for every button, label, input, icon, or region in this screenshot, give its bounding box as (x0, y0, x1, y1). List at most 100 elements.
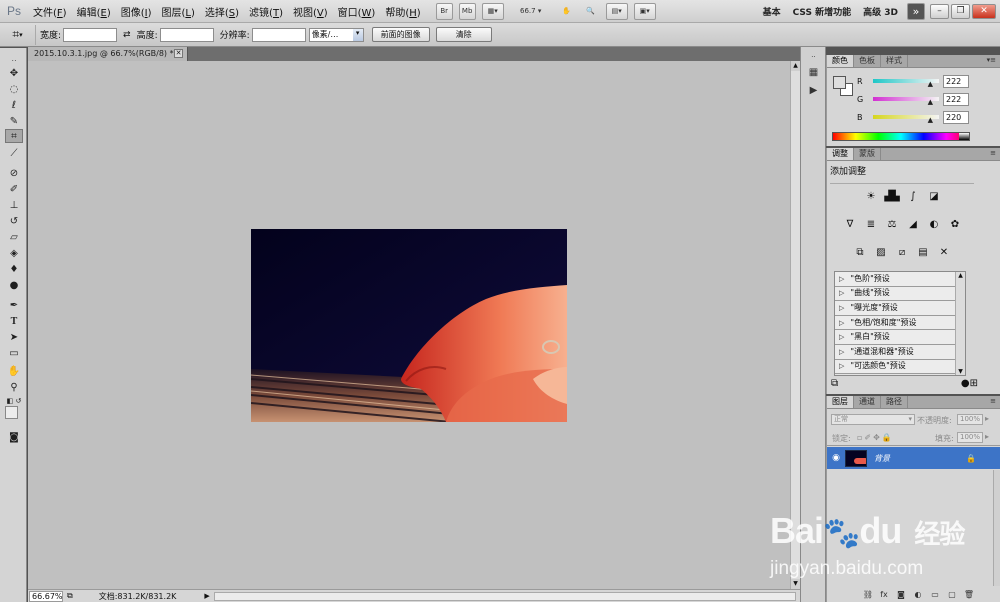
menu-item[interactable]: 图层(L) (156, 4, 199, 19)
zoom-percentage-field[interactable]: 66.67% (29, 590, 63, 602)
menu-item[interactable]: 文件(F) (28, 4, 72, 19)
menu-item[interactable]: 窗口(W) (333, 4, 381, 19)
lasso-tool[interactable]: ℓ (5, 98, 23, 112)
clear-button[interactable]: 清除 (435, 27, 492, 42)
slider-thumb-icon[interactable]: ▲ (928, 80, 933, 88)
scroll-up-icon[interactable]: ▲ (956, 272, 965, 279)
menu-item[interactable]: 图像(I) (116, 4, 157, 19)
actions-panel-icon[interactable]: ▶ (806, 85, 821, 98)
chevron-right-icon[interactable]: ▸ (985, 414, 989, 423)
new-layer-icon[interactable]: ▢ (946, 590, 958, 599)
channel-slider[interactable]: ▲ (873, 115, 939, 124)
crop-tool[interactable]: ⌗ (5, 129, 23, 143)
resolution-input[interactable] (251, 27, 306, 42)
history-panel-icon[interactable]: ▦ (806, 67, 821, 80)
adjustment-type-icon[interactable]: ◢ (905, 218, 921, 232)
preset-item[interactable]: ▷ "黑白"预设 (835, 330, 955, 345)
layer-style-icon[interactable]: fx (878, 590, 890, 599)
clone-stamp-tool[interactable]: ⊥ (5, 198, 23, 212)
eye-icon[interactable]: ◉ (827, 453, 845, 463)
workspace-button[interactable]: 基本 (757, 5, 787, 18)
move-tool[interactable]: ✥ (5, 66, 23, 80)
type-tool[interactable]: T (5, 314, 23, 328)
expand-triangle-icon[interactable]: ▷ (839, 286, 844, 300)
layers-scrollbar[interactable] (993, 470, 1000, 586)
channel-slider-row[interactable]: B ▲ 220 (857, 110, 969, 124)
healing-brush-tool[interactable]: ⊘ (5, 166, 23, 180)
channel-value-field[interactable]: 222 (943, 74, 969, 88)
link-layers-icon[interactable]: ⛓ (862, 590, 874, 599)
status-menu-arrow-icon[interactable]: ▶ (204, 592, 209, 600)
more-workspaces-button[interactable]: » (907, 2, 925, 20)
clip-layer-icon[interactable]: ●⊞ (961, 378, 978, 389)
close-document-icon[interactable]: ✕ (174, 49, 183, 58)
adjustment-type-icon[interactable]: ▨ (873, 246, 889, 260)
channel-value-field[interactable]: 220 (943, 110, 969, 124)
path-selection-tool[interactable]: ➤ (5, 330, 23, 344)
height-input[interactable] (159, 27, 214, 42)
quick-selection-tool[interactable]: ✎ (5, 114, 23, 128)
adjustment-type-icon[interactable]: ⧉ (852, 246, 868, 260)
panel-menu-icon[interactable]: ≡ (990, 149, 996, 157)
slider-thumb-icon[interactable]: ▲ (928, 98, 933, 106)
preset-item[interactable]: ▷ "曝光度"预设 (835, 301, 955, 316)
paint-bucket-tool[interactable]: ◈ (5, 246, 23, 260)
preset-item[interactable]: ▷ "曲线"预设 (835, 286, 955, 302)
adjustment-type-icon[interactable]: ◐ (926, 218, 942, 232)
hand-tool[interactable]: ✋ (5, 364, 23, 378)
opacity-field[interactable]: 100% (957, 414, 983, 425)
resolution-unit-select[interactable]: 像素/… ▾ (308, 27, 364, 42)
restore-button[interactable]: ❐ (951, 3, 970, 19)
blur-tool[interactable]: ♦ (5, 262, 23, 276)
scroll-down-icon[interactable]: ▼ (791, 579, 800, 589)
preset-item[interactable]: ▷ "可选颜色"预设 (835, 359, 955, 375)
new-adjustment-icon[interactable]: ⧉ (831, 378, 838, 389)
fill-field[interactable]: 100% (957, 432, 983, 443)
expand-triangle-icon[interactable]: ▷ (839, 330, 844, 344)
arrange-documents-button[interactable]: ▤▾ (605, 2, 628, 20)
eyedropper-tool[interactable]: ⟋ (5, 146, 23, 160)
swap-dimensions-icon[interactable]: ⇄ (123, 30, 131, 40)
adjustment-type-icon[interactable]: ∫ (905, 190, 921, 204)
panel-menu-icon[interactable]: ▾≡ (987, 56, 996, 64)
channel-value-field[interactable]: 222 (943, 92, 969, 106)
menu-item[interactable]: 滤镜(T) (244, 4, 288, 19)
tab-swatches[interactable]: 色板 (854, 55, 881, 67)
rectangle-tool[interactable]: ▭ (5, 346, 23, 360)
adjustment-type-icon[interactable]: ▤ (915, 246, 931, 260)
eraser-tool[interactable]: ▱ (5, 230, 23, 244)
horizontal-scrollbar[interactable] (213, 591, 796, 601)
zoom-tool[interactable]: ⚲ (5, 380, 23, 394)
minimize-button[interactable]: – (930, 3, 949, 19)
channel-slider[interactable]: ▲ (873, 79, 939, 88)
adjustment-layer-icon[interactable]: ◐ (912, 590, 924, 599)
adjustment-type-icon[interactable]: ⧄ (894, 246, 910, 260)
tab-channels[interactable]: 通道 (854, 396, 881, 408)
zoom-level-dropdown[interactable]: 66.7 ▾ (510, 3, 552, 20)
scroll-up-icon[interactable]: ▲ (791, 61, 800, 71)
vertical-scrollbar[interactable]: ▲ ▼ (790, 61, 800, 589)
blend-mode-select[interactable]: 正常 ▾ (831, 414, 915, 425)
scroll-down-icon[interactable]: ▼ (956, 368, 965, 375)
adjustment-type-icon[interactable]: ≣ (863, 218, 879, 232)
marquee-tool[interactable]: ◌ (5, 82, 23, 96)
pen-tool[interactable]: ✒ (5, 298, 23, 312)
slider-thumb-icon[interactable]: ▲ (928, 116, 933, 124)
launch-mini-bridge-button[interactable]: Mb (458, 2, 476, 20)
front-image-button[interactable]: 前面的图像 (371, 27, 430, 42)
lock-icons[interactable]: ▫✐✥🔒 (857, 433, 894, 442)
history-brush-tool[interactable]: ↺ (5, 214, 23, 228)
layer-row-background[interactable]: ◉ 背景 🔒 (827, 447, 1000, 469)
document-tab[interactable]: 2015.10.3.1.jpg @ 66.7%(RGB/8) * ✕ (28, 47, 188, 61)
adjustment-type-icon[interactable]: ∇ (842, 218, 858, 232)
channel-slider[interactable]: ▲ (873, 97, 939, 106)
adjustment-type-icon[interactable]: ✿ (947, 218, 963, 232)
tool-preset-picker[interactable]: ⌗ ▾ (0, 24, 36, 45)
expand-triangle-icon[interactable]: ▷ (839, 316, 844, 330)
menu-item[interactable]: 视图(V) (288, 4, 333, 19)
tab-paths[interactable]: 路径 (881, 396, 908, 408)
channel-slider-row[interactable]: G ▲ 222 (857, 92, 969, 106)
add-mask-icon[interactable]: ◙ (895, 590, 907, 599)
menu-item[interactable]: 编辑(E) (72, 4, 116, 19)
adjustment-type-icon[interactable]: ✕ (936, 246, 952, 260)
